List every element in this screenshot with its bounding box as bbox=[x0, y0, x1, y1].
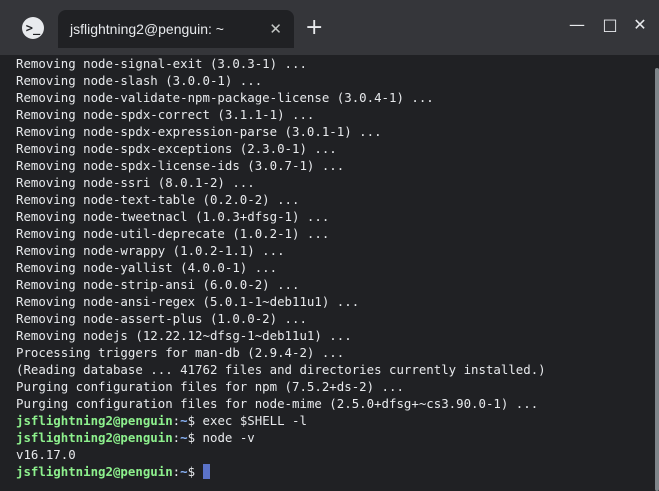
tab-title: jsflightning2@penguin: ~ bbox=[70, 21, 224, 37]
minimize-button[interactable]: — bbox=[565, 14, 589, 36]
prompt-line: jsflightning2@penguin:~$ node -v bbox=[16, 430, 255, 445]
prompt-symbol: $ bbox=[187, 430, 196, 445]
terminal-viewport[interactable]: Removing node-signal-exit (3.0.3-1) ... R… bbox=[0, 55, 659, 491]
output-line: Removing node-validate-npm-package-licen… bbox=[16, 90, 434, 105]
prompt-path: ~ bbox=[180, 430, 188, 445]
output-line: Removing node-ansi-regex (5.0.1-1~deb11u… bbox=[16, 294, 360, 309]
output-line: Removing node-yallist (4.0.0-1) ... bbox=[16, 260, 278, 275]
command-text: node -v bbox=[202, 430, 255, 445]
output-line: Removing node-text-table (0.2.0-2) ... bbox=[16, 192, 300, 207]
prompt-path: ~ bbox=[180, 413, 188, 428]
terminal-icon: >_ bbox=[22, 17, 44, 39]
prompt-line-active: jsflightning2@penguin:~$ bbox=[16, 463, 652, 480]
output-line: Removing node-tweetnacl (1.0.3+dfsg-1) .… bbox=[16, 209, 330, 224]
output-line: Removing node-wrappy (1.0.2-1.1) ... bbox=[16, 243, 285, 258]
output-line: Removing node-ssri (8.0.1-2) ... bbox=[16, 175, 255, 190]
text-cursor bbox=[202, 464, 210, 479]
prompt-user: jsflightning2@penguin bbox=[16, 413, 173, 428]
maximize-button[interactable]: □ bbox=[598, 14, 622, 36]
title-bar: >_ jsflightning2@penguin: ~ ✕ + — □ ✕ bbox=[0, 0, 659, 55]
output-line: Purging configuration files for node-mim… bbox=[16, 396, 539, 411]
output-line: Removing node-spdx-license-ids (3.0.7-1)… bbox=[16, 158, 345, 173]
scrollbar[interactable] bbox=[652, 55, 659, 491]
output-line: Removing nodejs (12.22.12~dfsg-1~deb11u1… bbox=[16, 328, 352, 343]
new-tab-button[interactable]: + bbox=[305, 15, 323, 41]
prompt-user: jsflightning2@penguin bbox=[16, 464, 173, 479]
output-line: Processing triggers for man-db (2.9.4-2)… bbox=[16, 345, 345, 360]
output-line: Removing node-strip-ansi (6.0.0-2) ... bbox=[16, 277, 300, 292]
output-line: Removing node-spdx-expression-parse (3.0… bbox=[16, 124, 382, 139]
terminal-window: >_ jsflightning2@penguin: ~ ✕ + — □ ✕ Re… bbox=[0, 0, 659, 491]
output-line: (Reading database ... 41762 files and di… bbox=[16, 362, 546, 377]
tab-close-icon[interactable]: ✕ bbox=[269, 20, 282, 38]
close-window-button[interactable]: ✕ bbox=[628, 14, 652, 36]
scrollbar-thumb[interactable] bbox=[655, 68, 659, 491]
prompt-path: ~ bbox=[180, 464, 188, 479]
prompt-symbol: $ bbox=[187, 464, 196, 479]
tab-terminal[interactable]: jsflightning2@penguin: ~ ✕ bbox=[58, 10, 294, 48]
output-line: Removing node-slash (3.0.0-1) ... bbox=[16, 73, 263, 88]
output-line: Removing node-util-deprecate (1.0.2-1) .… bbox=[16, 226, 330, 241]
output-line: Removing node-spdx-exceptions (2.3.0-1) … bbox=[16, 141, 337, 156]
prompt-symbol: $ bbox=[187, 413, 196, 428]
output-line: Removing node-spdx-correct (3.1.1-1) ... bbox=[16, 107, 315, 122]
prompt-user: jsflightning2@penguin bbox=[16, 430, 173, 445]
output-line: Purging configuration files for npm (7.5… bbox=[16, 379, 404, 394]
terminal-output: Removing node-signal-exit (3.0.3-1) ... R… bbox=[16, 55, 652, 480]
prompt-line: jsflightning2@penguin:~$ exec $SHELL -l bbox=[16, 413, 307, 428]
command-text: exec $SHELL -l bbox=[202, 413, 307, 428]
output-line: Removing node-assert-plus (1.0.0-2) ... bbox=[16, 311, 307, 326]
output-line: Removing node-signal-exit (3.0.3-1) ... bbox=[16, 56, 307, 71]
output-line: v16.17.0 bbox=[16, 447, 76, 462]
